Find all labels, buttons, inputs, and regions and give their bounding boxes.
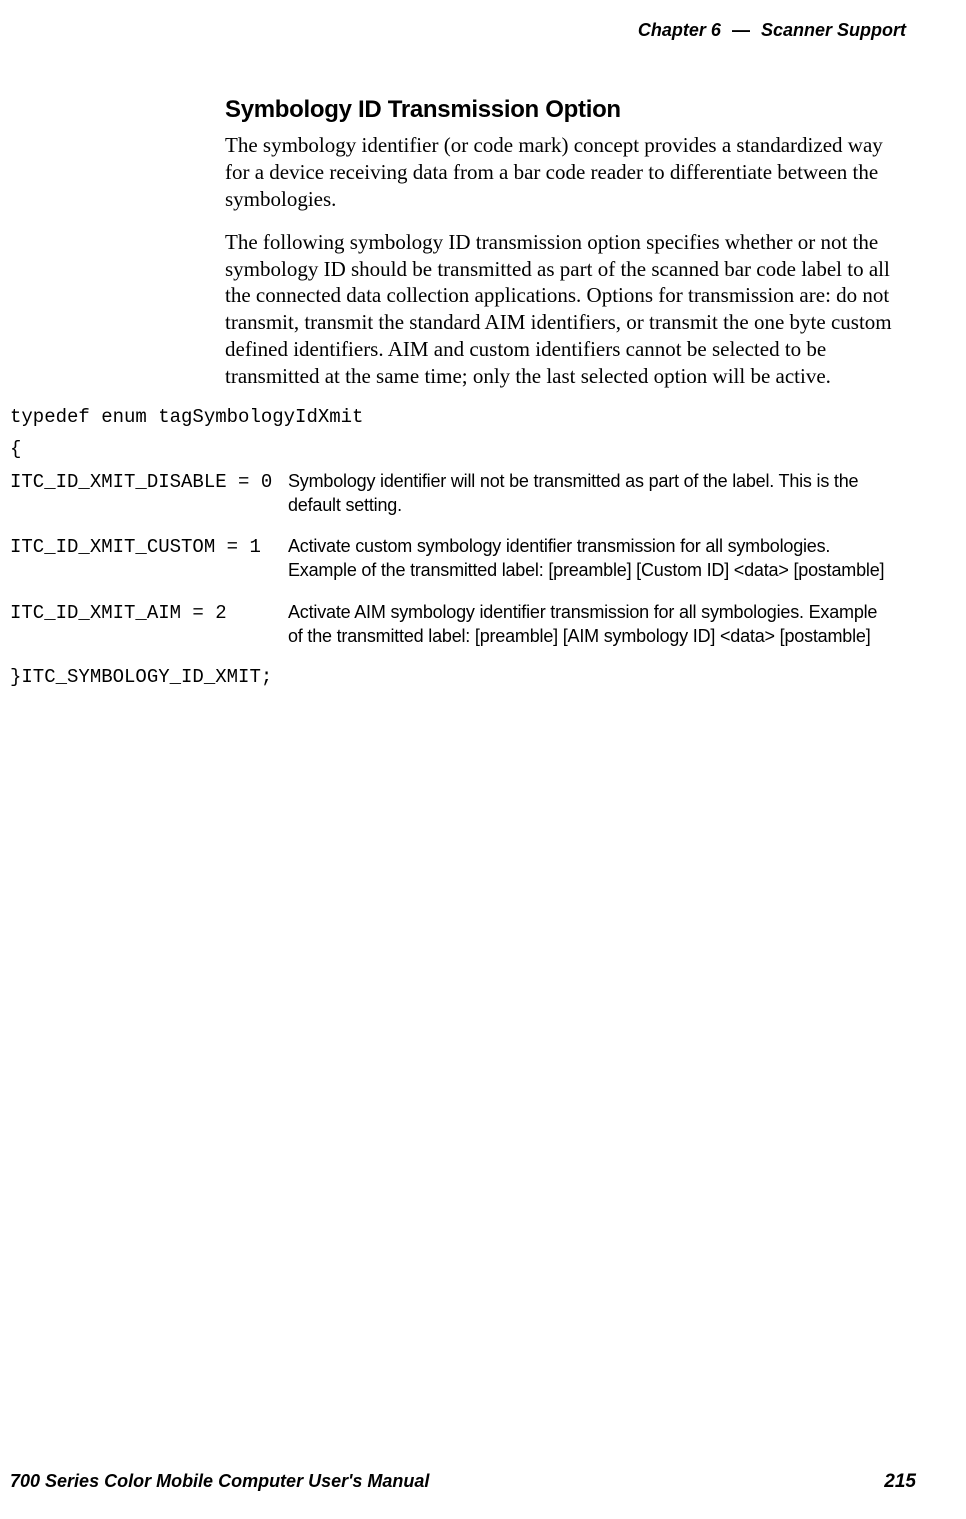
section-heading: Symbology ID Transmission Option xyxy=(225,96,916,124)
typedef-line: typedef enum tagSymbologyIdXmit xyxy=(10,406,916,428)
manual-title: 700 Series Color Mobile Computer User's … xyxy=(10,1471,429,1492)
enum-desc-custom: Activate custom symbology identifier tra… xyxy=(288,535,916,583)
chapter-title: Scanner Support xyxy=(761,20,906,40)
chapter-number: 6 xyxy=(711,20,721,40)
open-brace: { xyxy=(10,438,916,460)
running-header: Chapter 6 — Scanner Support xyxy=(10,20,916,41)
chapter-label: Chapter xyxy=(638,20,706,40)
enum-row: ITC_ID_XMIT_DISABLE = 0 Symbology identi… xyxy=(10,470,916,518)
intro-paragraph-2: The following symbology ID transmission … xyxy=(225,229,906,390)
enum-desc-disable: Symbology identifier will not be transmi… xyxy=(288,470,916,518)
enum-code-aim: ITC_ID_XMIT_AIM = 2 xyxy=(10,601,288,624)
enum-row: ITC_ID_XMIT_CUSTOM = 1 Activate custom s… xyxy=(10,535,916,583)
enum-code-disable: ITC_ID_XMIT_DISABLE = 0 xyxy=(10,470,288,493)
enum-desc-aim: Activate AIM symbology identifier transm… xyxy=(288,601,916,649)
enum-code-custom: ITC_ID_XMIT_CUSTOM = 1 xyxy=(10,535,288,558)
page-number: 215 xyxy=(884,1471,916,1493)
enum-definitions: ITC_ID_XMIT_DISABLE = 0 Symbology identi… xyxy=(10,470,916,649)
page-footer: 700 Series Color Mobile Computer User's … xyxy=(10,1471,916,1493)
enum-row: ITC_ID_XMIT_AIM = 2 Activate AIM symbolo… xyxy=(10,601,916,649)
page-container: Chapter 6 — Scanner Support Symbology ID… xyxy=(0,0,966,1519)
closing-line: }ITC_SYMBOLOGY_ID_XMIT; xyxy=(10,666,916,688)
intro-paragraph-1: The symbology identifier (or code mark) … xyxy=(225,132,906,213)
header-separator: — xyxy=(732,20,750,40)
